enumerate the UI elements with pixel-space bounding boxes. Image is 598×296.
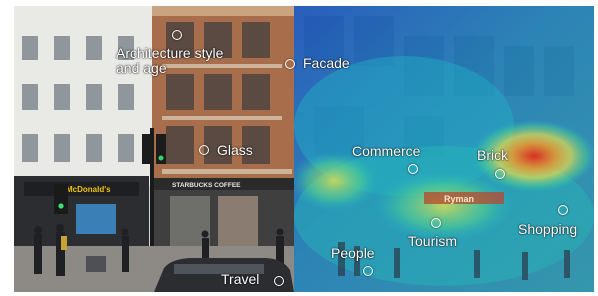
brick-label: Brick bbox=[477, 147, 509, 163]
starbucks-sign: STARBUCKS COFFEE bbox=[172, 182, 241, 189]
facade-label: Facade bbox=[303, 55, 350, 71]
brick-marker-icon bbox=[495, 169, 505, 179]
facade-marker-icon bbox=[285, 59, 295, 69]
glass-label: Glass bbox=[217, 142, 253, 158]
commerce-marker-icon bbox=[408, 164, 418, 174]
shopping-marker-icon bbox=[558, 205, 568, 215]
people-label: People bbox=[331, 245, 375, 261]
people-marker-icon bbox=[363, 266, 373, 276]
commerce-label: Commerce bbox=[352, 143, 421, 159]
mcdonalds-sign: McDonald's bbox=[66, 185, 111, 194]
ryman-sign: Ryman bbox=[444, 194, 474, 204]
tourism-label: Tourism bbox=[408, 233, 458, 249]
tourism-marker-icon bbox=[431, 218, 441, 228]
shopping-label: Shopping bbox=[518, 221, 578, 237]
travel-marker-icon bbox=[274, 276, 284, 286]
architecture-label: Architecture style and age bbox=[116, 45, 224, 76]
glass-marker-icon bbox=[199, 145, 209, 155]
street-view-figure: McDonald's STARBUCKS COFFEE Ryman Archit… bbox=[0, 0, 598, 296]
travel-label: Travel bbox=[221, 271, 260, 287]
architecture-marker-icon bbox=[172, 30, 182, 40]
